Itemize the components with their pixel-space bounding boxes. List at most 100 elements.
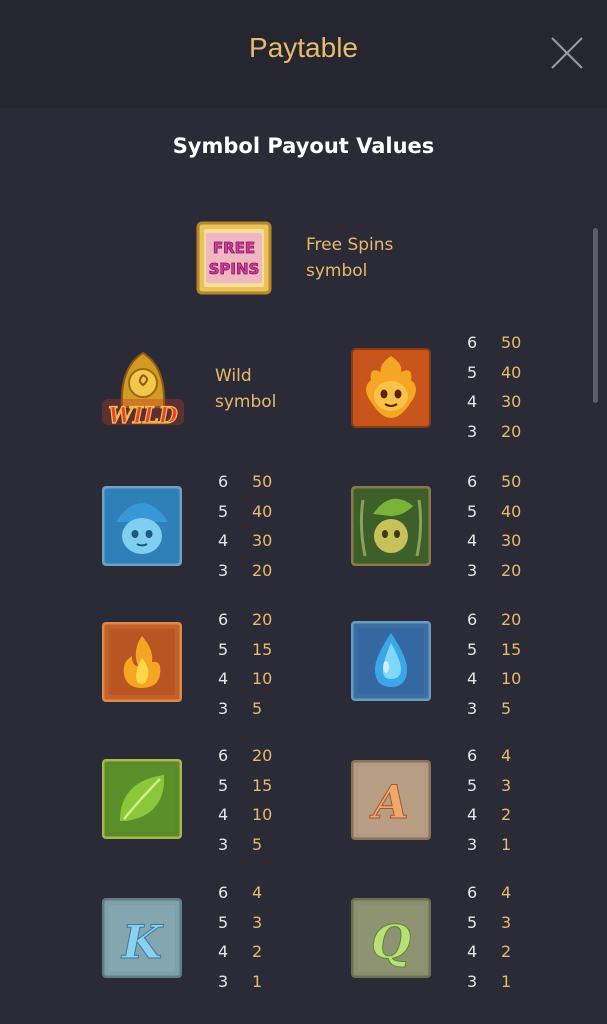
letter-a-icon: A [351,760,431,840]
match-count: 3 [218,698,229,718]
free-spins-icon: FREE SPINS [196,221,272,295]
fire-spirit-symbol [351,348,431,428]
svg-text:FREE: FREE [213,239,255,257]
payout-value: 15 [252,775,273,795]
payout-value: 5 [501,698,512,718]
svg-text:WILD: WILD [108,403,178,429]
fire-spirit-icon [351,348,431,428]
wild-label-line2: symbol [215,392,277,412]
payout-row: 35 [467,694,557,724]
match-count: 5 [467,639,478,659]
leaf-spirit-payouts: 6 50 5 40 4 30 3 20 [467,467,557,585]
leaf-gem-icon [102,759,182,839]
match-count: 5 [218,501,229,521]
payout-value: 15 [252,639,273,659]
payout-row: 5 15 [218,635,308,665]
match-count: 5 [467,775,478,795]
letter-k-icon: K [102,898,182,978]
payout-value: 4 [252,883,263,903]
payout-row: 31 [467,967,557,997]
payout-row: 42 [467,937,557,967]
letter-a-symbol: A [351,760,431,840]
payout-value: 20 [501,610,522,630]
payout-value: 10 [252,669,273,689]
letter-q-payouts: 64 53 42 31 [467,878,557,996]
letter-k-payouts: 64 53 42 31 [218,878,308,996]
payout-row: 64 [218,878,308,908]
match-count: 3 [467,971,478,991]
letter-k-label: K [120,915,164,969]
letter-q-icon: Q [351,898,431,978]
letter-k-symbol: K [102,898,182,978]
payout-value: 4 [501,883,512,903]
payout-row: 6 20 [467,605,557,635]
water-spirit-symbol [102,486,182,566]
payout-value: 5 [252,834,263,854]
payout-value: 3 [501,775,512,795]
match-count: 6 [467,610,478,630]
payout-value: 3 [501,912,512,932]
payout-row: 4 10 [218,800,308,830]
match-count: 5 [467,501,478,521]
wild-icon: WILD [102,351,184,430]
match-count: 6 [218,883,229,903]
match-count: 3 [467,421,478,441]
payout-row: 6 20 [218,741,308,771]
letter-q-label: Q [371,915,411,969]
payout-value: 5 [252,698,263,718]
leaf-spirit-symbol [351,486,431,566]
payout-value: 50 [252,472,273,492]
payout-value: 50 [501,472,522,492]
payout-row: 53 [467,908,557,938]
match-count: 6 [467,472,478,492]
payout-row: 35 [218,830,308,860]
payout-row: 6 50 [467,467,557,497]
free-spins-label-line2: symbol [306,261,368,281]
payout-value: 1 [501,834,512,854]
match-count: 4 [467,805,478,825]
payout-row: 64 [467,878,557,908]
close-button[interactable] [546,32,588,74]
payout-value: 10 [252,805,273,825]
match-count: 6 [218,746,229,766]
match-count: 4 [218,531,229,551]
payout-value: 30 [501,531,522,551]
payout-row: 4 10 [218,664,308,694]
match-count: 3 [218,560,229,580]
svg-text:SPINS: SPINS [209,260,260,278]
payout-value: 40 [252,501,273,521]
match-count: 5 [218,912,229,932]
payout-row: 42 [218,937,308,967]
match-count: 4 [467,392,478,412]
payout-row: 4 30 [467,387,557,417]
match-count: 3 [218,971,229,991]
payout-value: 20 [252,746,273,766]
payout-value: 3 [252,912,263,932]
fire-gem-icon [102,622,182,702]
water-gem-icon [351,621,431,701]
match-count: 6 [467,883,478,903]
water-spirit-payouts: 6 50 5 40 4 30 3 20 [218,467,308,585]
payout-row: 3 20 [467,417,557,447]
leaf-gem-payouts: 6 20 5 15 4 10 35 [218,741,308,859]
match-count: 6 [467,746,478,766]
payout-value: 10 [501,669,522,689]
scrollbar[interactable] [593,228,598,403]
match-count: 3 [467,698,478,718]
payout-value: 15 [501,639,522,659]
page-title: Paytable [249,32,358,63]
payout-row: 53 [218,908,308,938]
payout-value: 1 [501,971,512,991]
payout-value: 30 [501,392,522,412]
match-count: 5 [467,362,478,382]
water-spirit-icon [102,486,182,566]
payout-row: 5 40 [467,358,557,388]
letter-a-payouts: 64 53 42 31 [467,741,557,859]
leaf-gem-symbol [102,759,182,839]
payout-value: 20 [501,421,522,441]
payout-row: 31 [218,967,308,997]
match-count: 6 [467,333,478,353]
match-count: 5 [218,775,229,795]
letter-q-symbol: Q [351,898,431,978]
match-count: 4 [467,942,478,962]
